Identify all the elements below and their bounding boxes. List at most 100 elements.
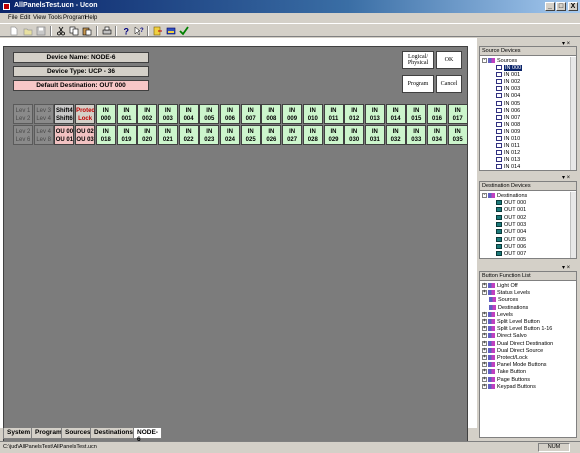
- source-item[interactable]: IN 006: [496, 108, 520, 115]
- tab-destinations[interactable]: Destinations: [90, 428, 138, 439]
- menu-view[interactable]: View: [33, 15, 46, 21]
- menu-tools[interactable]: Tools: [48, 15, 62, 21]
- source-item[interactable]: IN 003: [496, 86, 520, 93]
- source-item[interactable]: IN 008: [496, 122, 520, 129]
- import-icon[interactable]: [166, 26, 176, 36]
- panel-button-1[interactable]: Lev 3 Lev 4: [33, 104, 54, 124]
- function-item[interactable]: Sources: [489, 297, 518, 304]
- function-item[interactable]: Destinations: [489, 305, 528, 312]
- panel-button-41[interactable]: IN 033: [406, 125, 427, 145]
- copy-icon[interactable]: [69, 26, 79, 36]
- panel-button-39[interactable]: IN 031: [364, 125, 385, 145]
- panel-button-43[interactable]: IN 035: [447, 125, 468, 145]
- source-item[interactable]: IN 005: [496, 101, 520, 108]
- function-item[interactable]: + Direct Salvo: [482, 333, 527, 340]
- open-icon[interactable]: [23, 26, 33, 36]
- help-icon[interactable]: ?: [121, 26, 131, 37]
- source-tree-root[interactable]: - Sources: [482, 58, 517, 65]
- function-item[interactable]: + Dual Direct Source: [482, 347, 543, 355]
- source-item[interactable]: IN 004: [496, 93, 520, 100]
- function-pane-controls[interactable]: ▾ ×: [562, 264, 570, 271]
- menu-file[interactable]: File: [8, 15, 18, 21]
- source-item[interactable]: IN 001: [496, 72, 520, 79]
- destination-item[interactable]: OUT 004: [496, 229, 526, 236]
- print-icon[interactable]: [102, 26, 112, 36]
- function-item[interactable]: + Protect/Lock: [482, 355, 528, 362]
- panel-button-18[interactable]: IN 014: [385, 104, 406, 124]
- panel-button-0[interactable]: Lev 1 Lev 2: [13, 104, 33, 124]
- ok-button[interactable]: OK: [436, 51, 462, 69]
- panel-button-42[interactable]: IN 034: [427, 125, 447, 145]
- panel-button-36[interactable]: IN 028: [302, 125, 323, 145]
- panel-button-14[interactable]: IN 010: [302, 104, 323, 124]
- expand-icon[interactable]: +: [482, 347, 487, 353]
- panel-button-10[interactable]: IN 006: [220, 104, 240, 124]
- expand-icon[interactable]: +: [482, 362, 487, 368]
- panel-button-28[interactable]: IN 020: [137, 125, 158, 145]
- expand-icon[interactable]: +: [482, 369, 487, 375]
- destination-item[interactable]: OUT 005: [496, 237, 526, 244]
- collapse-icon[interactable]: -: [482, 58, 487, 64]
- panel-button-32[interactable]: IN 024: [220, 125, 240, 145]
- destination-item[interactable]: OUT 007: [496, 251, 526, 258]
- panel-button-7[interactable]: IN 003: [157, 104, 178, 124]
- panel-button-15[interactable]: IN 011: [323, 104, 344, 124]
- panel-button-5[interactable]: IN 001: [116, 104, 137, 124]
- function-item[interactable]: + Split Level Button: [482, 319, 540, 326]
- panel-button-30[interactable]: IN 022: [178, 125, 199, 145]
- panel-button-11[interactable]: IN 007: [240, 104, 261, 124]
- program-button[interactable]: Program: [402, 75, 434, 93]
- expand-icon[interactable]: +: [482, 326, 487, 332]
- panel-button-13[interactable]: IN 009: [282, 104, 303, 124]
- source-item[interactable]: IN 011: [496, 143, 520, 150]
- expand-icon[interactable]: +: [482, 340, 487, 346]
- panel-button-12[interactable]: IN 008: [261, 104, 282, 124]
- source-pane-controls[interactable]: ▾ ×: [562, 40, 570, 47]
- panel-button-40[interactable]: IN 032: [385, 125, 406, 145]
- export-icon[interactable]: [153, 26, 163, 36]
- panel-button-3[interactable]: Protec Lock: [75, 104, 96, 124]
- source-item[interactable]: IN 010: [496, 136, 520, 143]
- source-item[interactable]: IN 009: [496, 129, 520, 136]
- panel-button-31[interactable]: IN 023: [199, 125, 220, 145]
- panel-button-2[interactable]: Shift4 Shift6: [54, 104, 75, 124]
- panel-button-22[interactable]: Lev 2 Lev 6: [13, 125, 33, 145]
- source-item[interactable]: IN 000: [496, 65, 523, 72]
- function-item[interactable]: + Status Levels: [482, 290, 530, 297]
- source-item[interactable]: IN 007: [496, 115, 520, 122]
- destination-tree-root[interactable]: - Destinations: [482, 193, 527, 200]
- context-help-icon[interactable]: ?: [134, 26, 144, 36]
- expand-icon[interactable]: +: [482, 311, 487, 317]
- cancel-button[interactable]: Cancel: [436, 75, 462, 93]
- function-item[interactable]: + Levels: [482, 311, 513, 319]
- destination-item[interactable]: OUT 000: [496, 200, 526, 207]
- app-icon[interactable]: [2, 2, 11, 11]
- panel-button-24[interactable]: OU 00 OU 01: [54, 125, 75, 145]
- expand-icon[interactable]: +: [482, 376, 487, 382]
- expand-icon[interactable]: +: [482, 319, 487, 325]
- function-item[interactable]: + Dual Direct Destination: [482, 340, 553, 348]
- function-item[interactable]: + Page Buttons: [482, 376, 530, 384]
- expand-icon[interactable]: +: [482, 290, 487, 296]
- panel-button-8[interactable]: IN 004: [178, 104, 199, 124]
- menu-help[interactable]: Help: [85, 15, 97, 21]
- panel-button-25[interactable]: OU 02 OU 03: [75, 125, 96, 145]
- panel-button-6[interactable]: IN 002: [137, 104, 158, 124]
- maximize-button[interactable]: □: [556, 2, 566, 11]
- destination-item[interactable]: OUT 003: [496, 222, 526, 229]
- minimize-button[interactable]: _: [545, 2, 555, 11]
- source-item[interactable]: IN 012: [496, 150, 520, 157]
- panel-button-9[interactable]: IN 005: [199, 104, 220, 124]
- destination-item[interactable]: OUT 002: [496, 215, 526, 222]
- new-icon[interactable]: [9, 26, 19, 36]
- panel-button-21[interactable]: IN 017: [447, 104, 468, 124]
- expand-icon[interactable]: +: [482, 355, 487, 361]
- menu-edit[interactable]: Edit: [20, 15, 30, 21]
- tab-node-6[interactable]: NODE-6: [133, 428, 162, 443]
- source-scrollbar[interactable]: [570, 57, 576, 170]
- panel-button-17[interactable]: IN 013: [364, 104, 385, 124]
- function-item[interactable]: + Take Button: [482, 369, 526, 376]
- expand-icon[interactable]: +: [482, 383, 487, 389]
- collapse-icon[interactable]: -: [482, 193, 487, 199]
- close-button[interactable]: X: [568, 2, 578, 11]
